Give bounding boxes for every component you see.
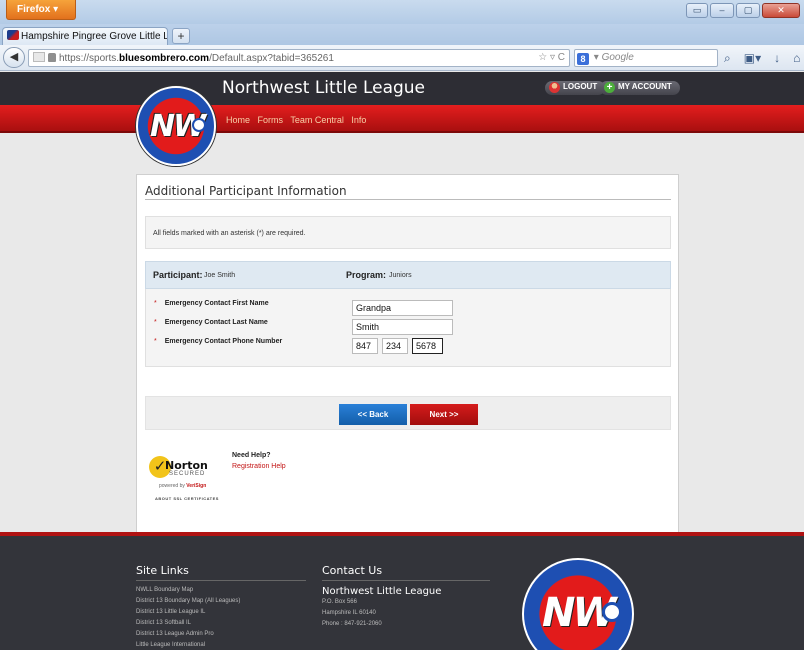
- league-logo[interactable]: NW: [136, 86, 216, 166]
- form-title: Additional Participant Information: [145, 184, 347, 198]
- phone-label: Emergency Contact Phone Number: [164, 338, 283, 345]
- norton-secured-badge[interactable]: ✓ Norton SECURED powered by VeriSign ABO…: [149, 450, 221, 508]
- footer-org-name: Northwest Little League: [322, 586, 442, 597]
- required-asterisk: *: [154, 300, 157, 307]
- new-tab-button[interactable]: +: [172, 28, 190, 44]
- tab-title: Hampshire Pingree Grove Little League ..…: [21, 31, 167, 42]
- nav-info[interactable]: Info: [351, 115, 366, 125]
- powered-by: powered by VeriSign: [159, 483, 206, 489]
- logout-label: LOGOUT: [563, 82, 598, 91]
- contact-divider: [322, 580, 490, 581]
- web-page: Northwest Little League Home Forms Team …: [0, 72, 804, 650]
- phone-area-code-input[interactable]: 847: [352, 338, 378, 354]
- nav-tools: ⌕ ▣▾ ↓ ⌂: [724, 51, 800, 66]
- footer-link-admin-pro[interactable]: District 13 League Admin Pro: [136, 631, 214, 637]
- search-engine-icon[interactable]: 8: [577, 53, 589, 65]
- phone-row: * Emergency Contact Phone Number: [154, 338, 282, 345]
- user-icon: [549, 82, 560, 93]
- plus-icon: +: [604, 82, 615, 93]
- lock-icon: [48, 53, 56, 62]
- nav-forms[interactable]: Forms: [258, 115, 284, 125]
- download-icon[interactable]: ↓: [774, 51, 780, 66]
- site-footer: Site Links NWLL Boundary Map District 13…: [0, 536, 804, 650]
- form-actions: << Back Next >>: [145, 396, 671, 430]
- powered-by-text: powered by: [159, 483, 185, 489]
- footer-link-district-softball[interactable]: District 13 Softball IL: [136, 620, 191, 626]
- logout-button[interactable]: LOGOUT: [545, 81, 606, 95]
- home-icon[interactable]: ⌂: [793, 51, 800, 66]
- bookmark-star-icon[interactable]: ☆ ▿ C: [538, 52, 565, 63]
- title-divider: [145, 199, 671, 200]
- bookmarks-menu-icon[interactable]: ▣▾: [744, 51, 761, 66]
- participant-summary: Participant: Joe Smith Program: Juniors: [145, 261, 671, 289]
- site-favicon-icon: [7, 30, 19, 40]
- norton-secured: SECURED: [169, 471, 206, 477]
- url-path: /Default.aspx?tabid=365261: [209, 53, 334, 64]
- program-value: Juniors: [389, 272, 412, 279]
- required-notice: All fields marked with an asterisk (*) a…: [145, 216, 671, 249]
- participant-value: Joe Smith: [204, 272, 236, 279]
- firefox-menu-label: Firefox: [17, 4, 51, 15]
- group-windows-icon[interactable]: ▭: [686, 3, 708, 18]
- minimize-icon[interactable]: –: [710, 3, 734, 18]
- participant-info-card: Additional Participant Information All f…: [136, 174, 679, 586]
- footer-link-district-boundary[interactable]: District 13 Boundary Map (All Leagues): [136, 598, 240, 604]
- program-label: Program:: [346, 270, 387, 280]
- url-prefix: https://sports.: [59, 53, 120, 64]
- nav-bar: [0, 105, 804, 133]
- last-name-row: * Emergency Contact Last Name: [154, 319, 268, 326]
- first-name-input[interactable]: Grandpa: [352, 300, 453, 316]
- footer-league-logo: NW: [522, 558, 634, 650]
- browser-back-button[interactable]: ◀: [3, 47, 25, 68]
- footer-phone: Phone : 847-921-2060: [322, 621, 382, 627]
- nav-team-central[interactable]: Team Central: [290, 115, 344, 125]
- footer-city: Hampshire IL 60140: [322, 610, 376, 616]
- search-icon[interactable]: ⌕: [724, 51, 731, 66]
- participant-label: Participant:: [153, 270, 203, 280]
- nav-home[interactable]: Home: [226, 115, 250, 125]
- phone-prefix-input[interactable]: 234: [382, 338, 408, 354]
- search-placeholder: Google: [601, 52, 634, 63]
- last-name-label: Emergency Contact Last Name: [164, 319, 268, 326]
- footer-link-district-ll[interactable]: District 13 Little League IL: [136, 609, 205, 615]
- required-asterisk: *: [154, 319, 157, 326]
- window-controls: ▭ – ▢ ✕: [686, 3, 800, 18]
- site-links-divider: [136, 580, 306, 581]
- required-asterisk: *: [154, 338, 157, 345]
- firefox-menu-button[interactable]: Firefox ▾: [6, 0, 76, 20]
- window-titlebar: Firefox ▾ ▭ – ▢ ✕: [0, 0, 804, 24]
- tab-strip: Hampshire Pingree Grove Little League ..…: [0, 24, 804, 45]
- phone-line-input[interactable]: 5678: [412, 338, 443, 354]
- last-name-input[interactable]: Smith: [352, 319, 453, 335]
- maximize-icon[interactable]: ▢: [736, 3, 760, 18]
- site-links-title: Site Links: [136, 564, 189, 577]
- search-bar[interactable]: 8 ▾ Google: [574, 49, 718, 67]
- contact-us-title: Contact Us: [322, 564, 383, 577]
- close-window-icon[interactable]: ✕: [762, 3, 800, 18]
- back-button[interactable]: << Back: [339, 404, 407, 425]
- browser-tab[interactable]: Hampshire Pingree Grove Little League ..…: [2, 27, 168, 45]
- my-account-label: MY ACCOUNT: [618, 82, 672, 91]
- footer-link-ll-international[interactable]: Little League International: [136, 642, 205, 648]
- navigation-toolbar: ◀ https://sports.bluesombrero.com/Defaul…: [0, 45, 804, 71]
- emergency-contact-fields: * Emergency Contact First Name * Emergency…: [145, 289, 671, 367]
- footer-link-boundary-map[interactable]: NWLL Boundary Map: [136, 587, 193, 593]
- footer-seal-icon: [602, 602, 622, 622]
- footer-po-box: P.O. Box 566: [322, 599, 357, 605]
- next-button[interactable]: Next >>: [410, 404, 478, 425]
- url-domain: bluesombrero.com: [119, 53, 210, 64]
- about-ssl-link[interactable]: ABOUT SSL CERTIFICATES: [155, 496, 219, 501]
- verisign-brand: VeriSign: [186, 483, 207, 489]
- url-bar[interactable]: https://sports.bluesombrero.com/Default.…: [28, 49, 570, 67]
- site-title: Northwest Little League: [222, 78, 426, 98]
- main-nav: Home Forms Team Central Info: [226, 115, 371, 125]
- site-identity-icon[interactable]: [33, 52, 45, 62]
- little-league-seal-icon: [192, 118, 206, 132]
- registration-help-link[interactable]: Registration Help: [232, 463, 286, 470]
- need-help-title: Need Help?: [232, 452, 271, 459]
- my-account-button[interactable]: + MY ACCOUNT: [600, 81, 680, 95]
- first-name-row: * Emergency Contact First Name: [154, 300, 269, 307]
- first-name-label: Emergency Contact First Name: [164, 300, 269, 307]
